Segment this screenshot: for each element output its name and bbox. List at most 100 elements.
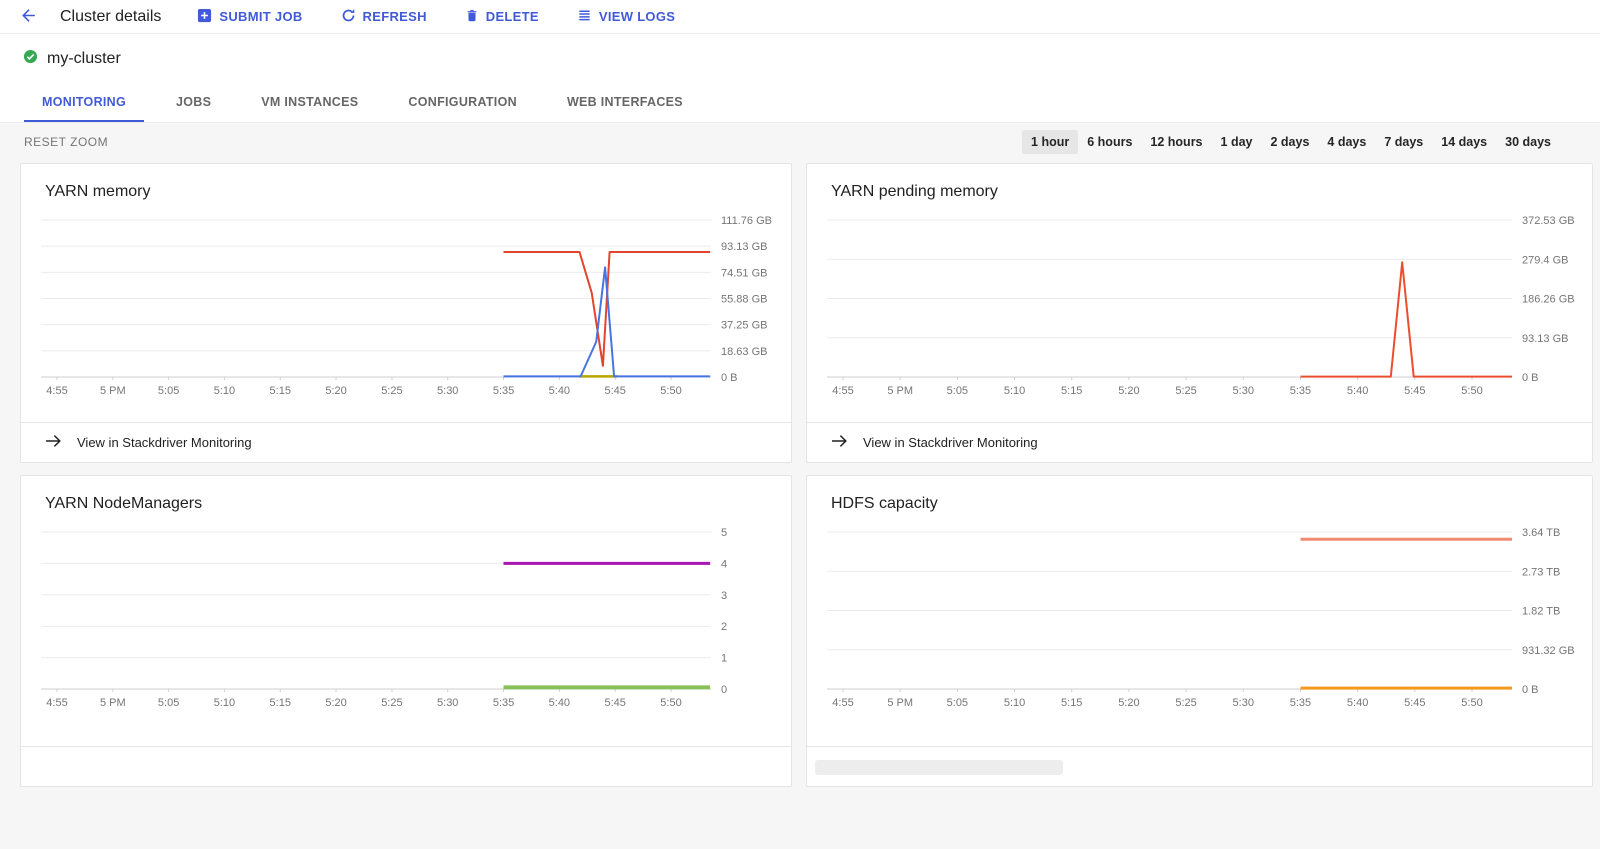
svg-text:1.82 TB: 1.82 TB — [1522, 606, 1560, 618]
range-6-hours[interactable]: 6 hours — [1078, 130, 1141, 154]
svg-text:5:30: 5:30 — [1233, 697, 1254, 709]
svg-text:5:35: 5:35 — [1290, 697, 1311, 709]
svg-text:5:25: 5:25 — [1175, 385, 1196, 397]
svg-text:279.4 GB: 279.4 GB — [1522, 254, 1568, 266]
svg-text:372.53 GB: 372.53 GB — [1522, 215, 1575, 227]
tab-configuration[interactable]: CONFIGURATION — [390, 81, 535, 122]
chart-title: YARN NodeManagers — [21, 476, 791, 514]
submit-job-button[interactable]: SUBMIT JOB — [195, 4, 304, 30]
tab-monitoring[interactable]: MONITORING — [24, 81, 144, 122]
yarn-memory-chart[interactable]: 111.76 GB93.13 GB74.51 GB55.88 GB37.25 G… — [21, 202, 791, 405]
svg-text:5:45: 5:45 — [604, 697, 625, 709]
svg-text:5:05: 5:05 — [947, 697, 968, 709]
svg-text:186.26 GB: 186.26 GB — [1522, 294, 1575, 306]
add-box-icon — [197, 8, 212, 26]
svg-text:5:35: 5:35 — [493, 385, 514, 397]
svg-text:18.63 GB: 18.63 GB — [721, 346, 767, 358]
card-yarn-pending-memory: YARN pending memory 372.53 GB 279.4 GB 186… — [806, 163, 1593, 463]
svg-text:5:15: 5:15 — [1061, 697, 1082, 709]
svg-text:111.76 GB: 111.76 GB — [721, 215, 772, 227]
svg-text:2: 2 — [721, 621, 727, 633]
cluster-name: my-cluster — [47, 50, 121, 68]
refresh-button[interactable]: REFRESH — [339, 4, 429, 30]
svg-text:5:05: 5:05 — [947, 385, 968, 397]
loading-placeholder — [815, 760, 1063, 775]
svg-text:5:40: 5:40 — [1347, 385, 1368, 397]
svg-text:2.73 TB: 2.73 TB — [1522, 566, 1560, 578]
chart-title: YARN pending memory — [807, 164, 1592, 202]
tab-web-interfaces[interactable]: WEB INTERFACES — [549, 81, 701, 122]
monitoring-panel: RESET ZOOM 1 hour 6 hours 12 hours 1 day… — [0, 123, 1600, 849]
svg-text:5:25: 5:25 — [1175, 697, 1196, 709]
card-footer: View in Stackdriver Monitoring — [807, 422, 1592, 462]
svg-text:5:05: 5:05 — [158, 385, 179, 397]
range-1-day[interactable]: 1 day — [1212, 130, 1262, 154]
view-logs-button[interactable]: VIEW LOGS — [575, 4, 677, 30]
svg-text:5:15: 5:15 — [270, 697, 291, 709]
range-7-days[interactable]: 7 days — [1375, 130, 1432, 154]
charts-grid: YARN memory 111.76 GB93.13 GB74.51 GB55.… — [0, 160, 1600, 787]
svg-text:5:20: 5:20 — [1118, 385, 1139, 397]
range-12-hours[interactable]: 12 hours — [1141, 130, 1211, 154]
svg-text:5:45: 5:45 — [1404, 697, 1425, 709]
svg-text:4:55: 4:55 — [46, 697, 67, 709]
back-button[interactable] — [14, 3, 42, 31]
svg-text:4:55: 4:55 — [832, 697, 853, 709]
svg-text:5:15: 5:15 — [1061, 385, 1082, 397]
svg-text:5:40: 5:40 — [549, 385, 570, 397]
svg-text:0 B: 0 B — [1522, 684, 1539, 696]
svg-text:3.64 TB: 3.64 TB — [1522, 527, 1560, 539]
card-footer — [807, 746, 1592, 786]
view-in-stackdriver-link[interactable]: View in Stackdriver Monitoring — [831, 434, 1038, 451]
svg-text:5 PM: 5 PM — [887, 697, 913, 709]
svg-text:5:10: 5:10 — [214, 697, 235, 709]
card-hdfs-capacity: HDFS capacity 3.64 TB2.73 TB1.82 TB931.3… — [806, 475, 1593, 787]
svg-text:931.32 GB: 931.32 GB — [1522, 645, 1575, 657]
tab-vm-instances[interactable]: VM INSTANCES — [243, 81, 376, 122]
svg-text:0 B: 0 B — [721, 372, 738, 384]
time-range-selector: 1 hour 6 hours 12 hours 1 day 2 days 4 d… — [1022, 130, 1560, 154]
svg-text:5:45: 5:45 — [1404, 385, 1425, 397]
svg-text:3: 3 — [721, 590, 727, 602]
svg-text:5 PM: 5 PM — [100, 697, 126, 709]
range-4-days[interactable]: 4 days — [1318, 130, 1375, 154]
range-30-days[interactable]: 30 days — [1496, 130, 1560, 154]
app-bar: Cluster details SUBMIT JOB REFRESH DELET… — [0, 0, 1600, 34]
svg-text:5:35: 5:35 — [493, 697, 514, 709]
svg-text:93.13 GB: 93.13 GB — [721, 241, 767, 253]
svg-text:5:30: 5:30 — [437, 385, 458, 397]
card-yarn-memory: YARN memory 111.76 GB93.13 GB74.51 GB55.… — [20, 163, 792, 463]
svg-text:5:15: 5:15 — [270, 385, 291, 397]
svg-text:4:55: 4:55 — [832, 385, 853, 397]
svg-text:5:50: 5:50 — [1461, 697, 1482, 709]
reset-zoom-button[interactable]: RESET ZOOM — [24, 131, 108, 153]
svg-text:5:20: 5:20 — [1118, 697, 1139, 709]
range-2-days[interactable]: 2 days — [1261, 130, 1318, 154]
svg-text:5:25: 5:25 — [381, 385, 402, 397]
svg-text:55.88 GB: 55.88 GB — [721, 294, 767, 306]
check-circle-icon — [23, 49, 38, 69]
card-footer — [21, 746, 791, 786]
svg-text:5 PM: 5 PM — [887, 385, 913, 397]
range-1-hour[interactable]: 1 hour — [1022, 130, 1078, 154]
svg-text:5:10: 5:10 — [1004, 385, 1025, 397]
svg-text:5:40: 5:40 — [1347, 697, 1368, 709]
refresh-icon — [341, 8, 356, 26]
card-yarn-nodemanagers: YARN NodeManagers 5432104:555 PM5:055:10… — [20, 475, 792, 787]
chart-toolbar: RESET ZOOM 1 hour 6 hours 12 hours 1 day… — [0, 123, 1600, 160]
view-in-stackdriver-link[interactable]: View in Stackdriver Monitoring — [45, 434, 252, 451]
delete-button[interactable]: DELETE — [463, 4, 541, 30]
tab-jobs[interactable]: JOBS — [158, 81, 229, 122]
hdfs-capacity-chart[interactable]: 3.64 TB 2.73 TB 1.82 TB 931.32 GB 0 B 4:55 5 P… — [807, 514, 1592, 717]
svg-text:0 B: 0 B — [1522, 372, 1539, 384]
yarn-pending-memory-chart[interactable]: 372.53 GB279.4 GB186.26 GB93.13 GB0 B4:5… — [807, 202, 1592, 405]
svg-text:1: 1 — [721, 653, 727, 665]
svg-text:5:25: 5:25 — [381, 697, 402, 709]
chart-title: YARN memory — [21, 164, 791, 202]
yarn-nodemanagers-chart[interactable]: 5432104:555 PM5:055:105:155:205:255:305:… — [21, 514, 791, 717]
range-14-days[interactable]: 14 days — [1432, 130, 1496, 154]
svg-text:5:40: 5:40 — [549, 697, 570, 709]
svg-text:5:50: 5:50 — [1461, 385, 1482, 397]
svg-text:5:35: 5:35 — [1290, 385, 1311, 397]
svg-text:4: 4 — [721, 558, 727, 570]
